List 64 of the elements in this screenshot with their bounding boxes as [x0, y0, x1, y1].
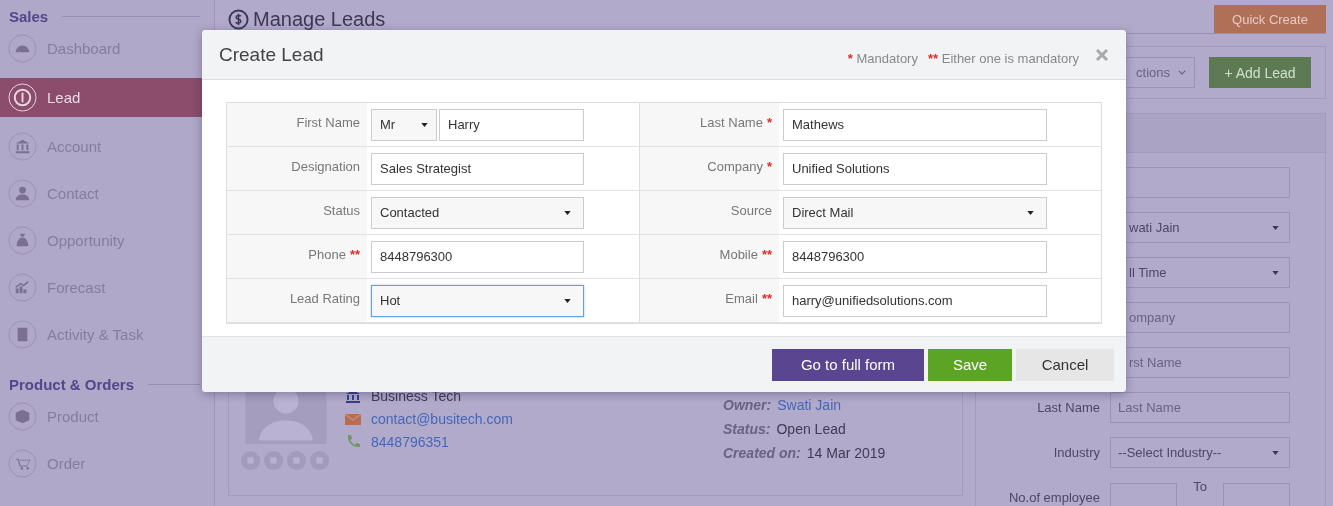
caret-icon	[564, 298, 571, 303]
phone-icon	[345, 434, 361, 450]
field-label: Status	[323, 203, 360, 220]
full-form-button[interactable]: Go to full form	[772, 348, 924, 381]
input-field[interactable]: Harry	[439, 108, 584, 141]
input-field[interactable]: Sales Strategist	[371, 152, 584, 185]
phone-link[interactable]: 8448796351	[371, 434, 449, 450]
envelope-icon	[345, 411, 361, 427]
input-field[interactable]: 8448796300	[783, 240, 1047, 273]
field-label: Last Name *	[700, 115, 772, 132]
money-bag-icon	[8, 226, 37, 255]
email-link[interactable]: contact@busitech.com	[371, 411, 513, 427]
detail-label: Status:	[723, 421, 771, 437]
quick-create-button[interactable]: Quick Create	[1214, 5, 1326, 33]
field-label: Phone **	[308, 247, 360, 264]
close-icon[interactable]	[1095, 47, 1109, 62]
save-button[interactable]: Save	[928, 348, 1012, 381]
caret-icon	[564, 210, 571, 215]
filter-label: Industry	[1053, 445, 1100, 460]
dialog-title: Create Lead	[219, 43, 325, 66]
chevron-icon	[1178, 70, 1186, 75]
dropdown[interactable]: Hot	[371, 284, 584, 317]
section-title: Sales	[9, 8, 49, 25]
field-label: Company *	[707, 159, 772, 176]
field-label: First Name	[296, 115, 360, 132]
salutation-dropdown[interactable]: Mr	[371, 108, 437, 141]
owner-link[interactable]: Swati Jain	[777, 397, 842, 413]
field-label: Source	[730, 203, 772, 220]
detail-value: 14 Mar 2019	[806, 445, 886, 461]
cart-icon	[8, 449, 37, 478]
caret-icon	[1272, 270, 1279, 275]
input-field[interactable]: Unified Solutions	[783, 152, 1047, 185]
input-field[interactable]: harry@unifiedsolutions.com	[783, 284, 1047, 317]
range-separator: To	[1192, 478, 1208, 494]
chart-icon	[8, 273, 37, 302]
input-field[interactable]: 8448796300	[371, 240, 584, 273]
filter-dropdown[interactable]: --Select Industry--	[1110, 437, 1290, 468]
person-icon	[8, 179, 37, 208]
gauge-icon	[8, 34, 37, 63]
page-title: Manage Leads	[253, 8, 386, 31]
input-field[interactable]: Mathews	[783, 108, 1047, 141]
cancel-button[interactable]: Cancel	[1016, 348, 1114, 381]
bank-icon	[8, 132, 37, 161]
filter-field[interactable]: Last Name	[1110, 392, 1290, 423]
filter-label: No.of employee	[1008, 490, 1100, 505]
box-icon	[8, 402, 37, 431]
detail-label: Owner:	[723, 397, 772, 413]
legend-text: ** Either one is mandatory	[927, 51, 1079, 66]
add-lead-button[interactable]: + Add Lead	[1209, 57, 1311, 88]
dropdown[interactable]: Contacted	[371, 196, 584, 229]
legend-text: * Mandatory	[847, 51, 918, 66]
detail-value: Open Lead	[776, 421, 846, 437]
caret-icon	[1272, 450, 1279, 455]
field-label: Lead Rating	[289, 291, 360, 308]
detail-label: Created on:	[723, 445, 801, 461]
section-title: Product & Orders	[9, 376, 135, 393]
dropdown[interactable]: Direct Mail	[783, 196, 1047, 229]
field-label: Mobile **	[719, 247, 772, 264]
filter-label: Last Name	[1037, 400, 1100, 415]
caret-icon	[1272, 225, 1279, 230]
caret-icon	[421, 122, 428, 127]
caret-icon	[1027, 210, 1034, 215]
field-label: Email **	[725, 291, 772, 308]
field-label: Designation	[291, 159, 360, 176]
